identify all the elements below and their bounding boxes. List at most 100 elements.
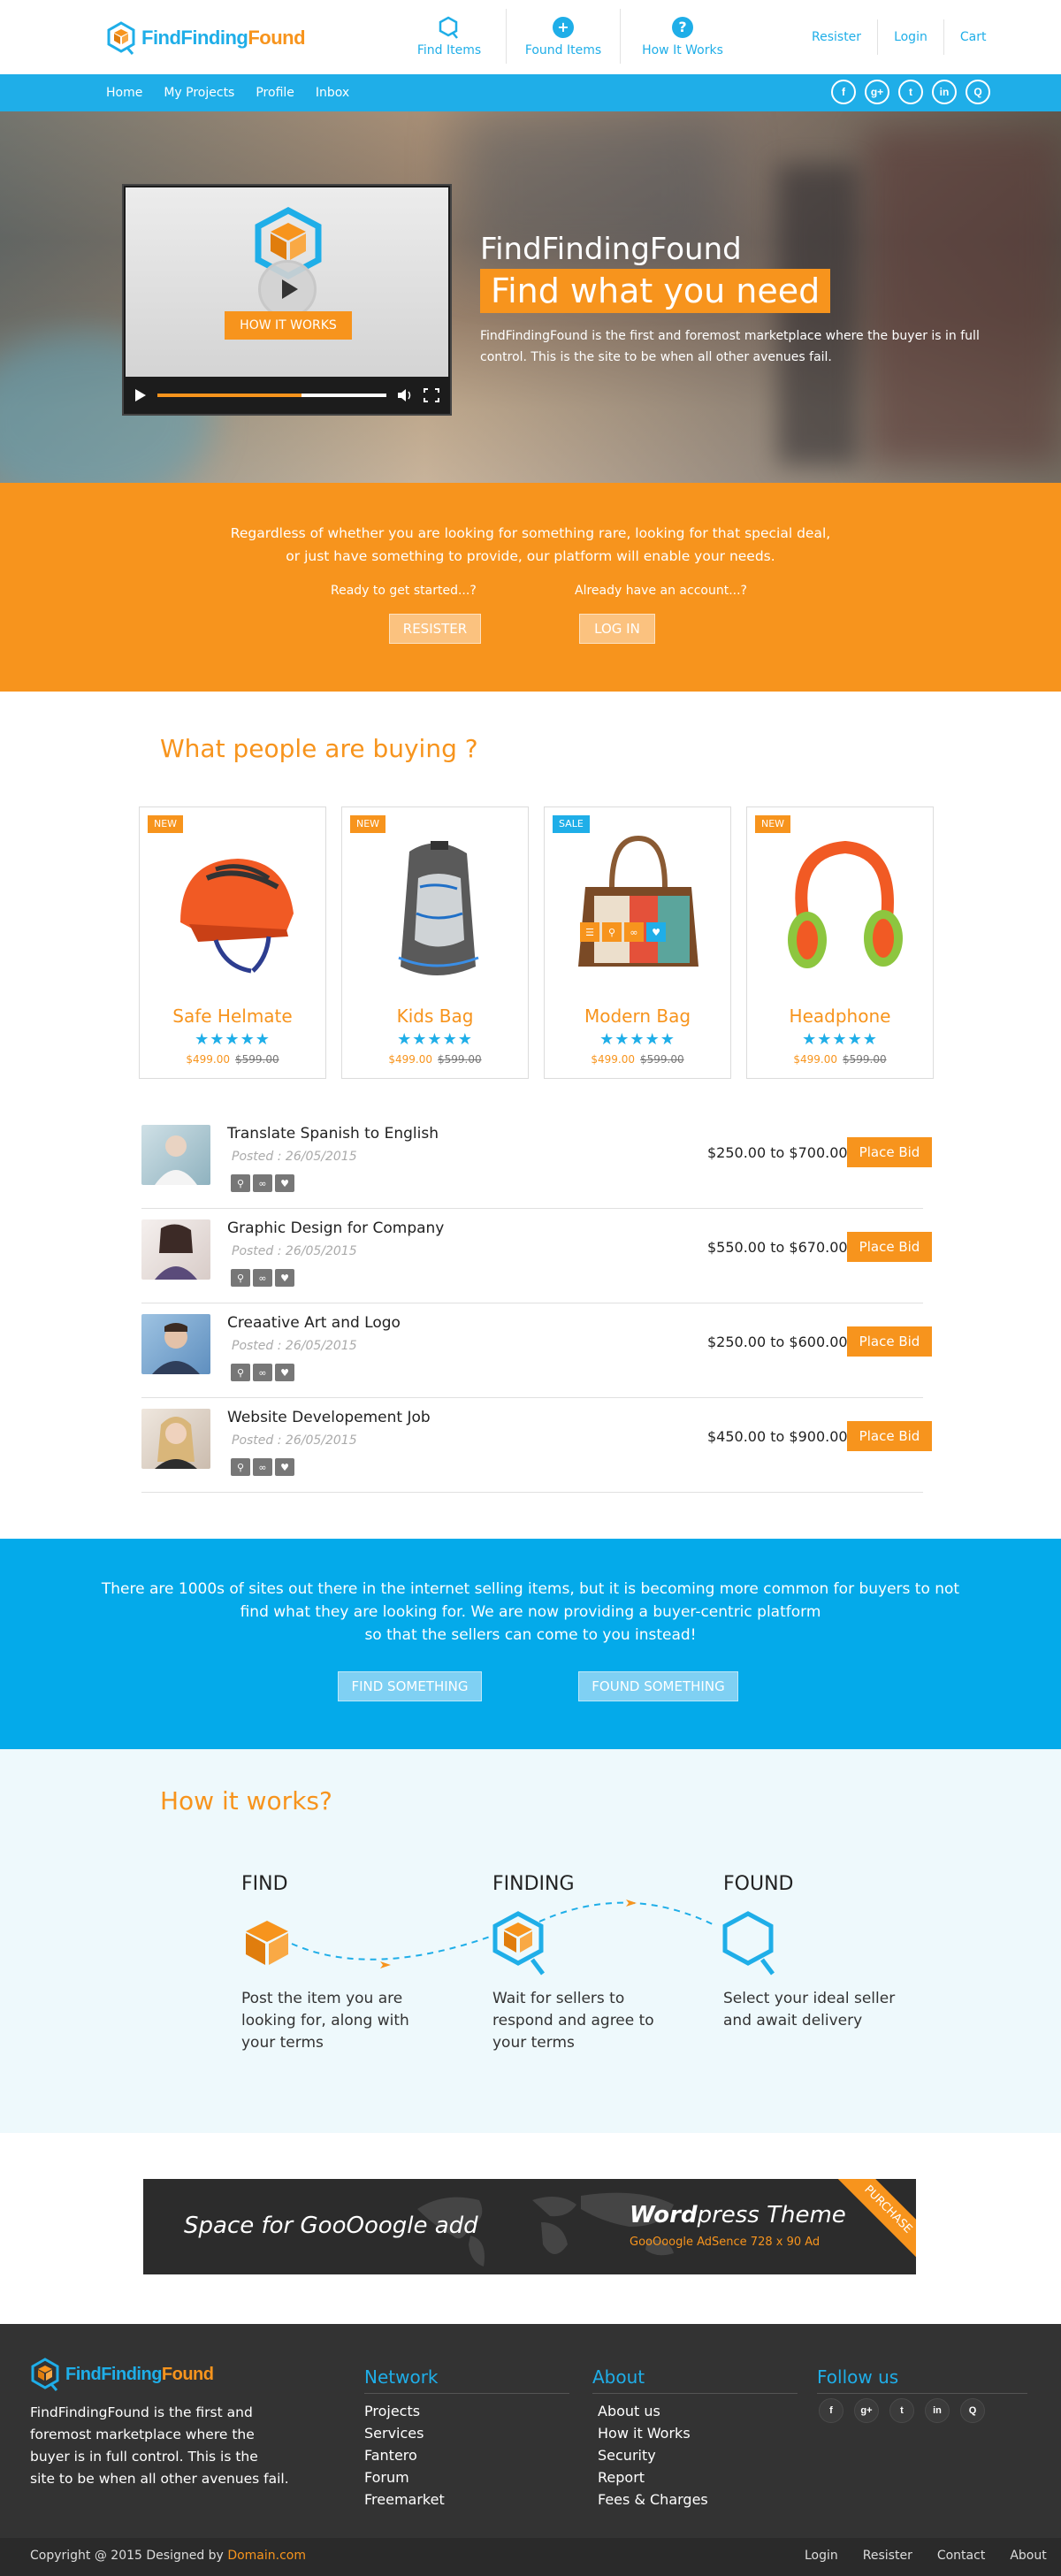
heart-icon[interactable]: ♥ xyxy=(275,1269,294,1287)
link-icon[interactable]: ∞ xyxy=(253,1269,272,1287)
cart-icon[interactable]: ☰ xyxy=(580,922,599,942)
bottom-about-link[interactable]: About xyxy=(1010,2549,1046,2563)
secondary-nav-bar: Home My Projects Profile Inbox f g+ t in… xyxy=(0,74,1061,111)
handbag-image xyxy=(578,835,698,967)
subnav-home[interactable]: Home xyxy=(106,86,142,100)
cart-link[interactable]: Cart xyxy=(944,19,1003,55)
nav-found-items[interactable]: + Found Items xyxy=(507,9,621,64)
job-posted-date: Posted : 26/05/2015 xyxy=(232,1433,357,1448)
network-divider xyxy=(364,2393,569,2394)
register-button[interactable]: RESISTER xyxy=(389,614,481,644)
place-bid-button[interactable]: Place Bid xyxy=(847,1421,932,1451)
box-icon xyxy=(246,1921,288,1965)
job-title[interactable]: Graphic Design for Company xyxy=(227,1219,444,1237)
nav-how-it-works[interactable]: ? How It Works xyxy=(621,9,744,64)
footer-link-security[interactable]: Security xyxy=(598,2444,708,2466)
play-button[interactable] xyxy=(258,260,317,318)
found-something-button[interactable]: FOUND SOMETHING xyxy=(578,1671,738,1701)
product-name[interactable]: Headphone xyxy=(747,1005,933,1027)
how-heading: How it works? xyxy=(160,1786,332,1815)
subnav-profile[interactable]: Profile xyxy=(256,86,294,100)
product-name[interactable]: Kids Bag xyxy=(342,1005,528,1027)
search-icon[interactable]: ⚲ xyxy=(602,922,622,942)
job-title[interactable]: Translate Spanish to English xyxy=(227,1125,439,1143)
subnav-inbox[interactable]: Inbox xyxy=(316,86,349,100)
footer-link-report[interactable]: Report xyxy=(598,2466,708,2488)
budget-range: $550.00 to $670.00 xyxy=(707,1239,848,1256)
backpack-image xyxy=(398,841,479,975)
footer-social: f g+ t in Q xyxy=(819,2398,985,2423)
copyright-text: Copyright @ 2015 Designed by Domain.com xyxy=(30,2549,306,2563)
heart-icon[interactable]: ♥ xyxy=(275,1364,294,1381)
bottom-register-link[interactable]: Resister xyxy=(863,2549,912,2563)
ad-placeholder-text: Space for GooOoogle add xyxy=(184,2213,478,2239)
footer-link-how-it-works[interactable]: How it Works xyxy=(598,2422,708,2444)
play-icon[interactable] xyxy=(134,388,147,402)
video-how-it-works-label[interactable]: HOW IT WORKS xyxy=(225,311,352,340)
footer-link-fees[interactable]: Fees & Charges xyxy=(598,2488,708,2511)
heart-icon[interactable]: ♥ xyxy=(646,922,666,942)
search-icon[interactable]: ⚲ xyxy=(231,1458,250,1476)
link-icon[interactable]: ∞ xyxy=(624,922,644,942)
product-card[interactable]: NEW Headphone ★★★★★ $499.00 $599.00 xyxy=(746,806,934,1079)
fullscreen-icon[interactable] xyxy=(424,388,439,402)
main-nav: Find Items + Found Items ? How It Works xyxy=(393,9,744,64)
linkedin-icon[interactable]: in xyxy=(925,2398,950,2423)
find-something-button[interactable]: FIND SOMETHING xyxy=(338,1671,482,1701)
footer-link-services[interactable]: Services xyxy=(364,2422,445,2444)
heart-icon[interactable]: ♥ xyxy=(275,1174,294,1192)
network-heading: Network xyxy=(364,2366,439,2388)
bottom-contact-link[interactable]: Contact xyxy=(937,2549,985,2563)
place-bid-button[interactable]: Place Bid xyxy=(847,1326,932,1357)
place-bid-button[interactable]: Place Bid xyxy=(847,1232,932,1262)
link-icon[interactable]: ∞ xyxy=(253,1458,272,1476)
volume-icon[interactable] xyxy=(397,388,413,402)
register-link[interactable]: Resister xyxy=(796,19,879,55)
quora-icon[interactable]: Q xyxy=(960,2398,985,2423)
bottom-links: Login Resister Contact About xyxy=(805,2549,1047,2563)
place-bid-button[interactable]: Place Bid xyxy=(847,1137,932,1167)
job-title[interactable]: Website Developement Job xyxy=(227,1409,431,1426)
footer-link-freemarket[interactable]: Freemarket xyxy=(364,2488,445,2511)
link-icon[interactable]: ∞ xyxy=(253,1364,272,1381)
link-icon[interactable]: ∞ xyxy=(253,1174,272,1192)
twitter-icon[interactable]: t xyxy=(889,2398,914,2423)
video-progress-bar[interactable] xyxy=(157,394,386,397)
video-controls xyxy=(124,377,450,414)
footer-link-projects[interactable]: Projects xyxy=(364,2400,445,2422)
twitter-icon[interactable]: t xyxy=(898,80,923,104)
footer-logo[interactable]: FindFindingFound xyxy=(30,2358,214,2391)
quora-icon[interactable]: Q xyxy=(966,80,990,104)
video-progress-fill xyxy=(157,394,302,397)
product-name[interactable]: Safe Helmate xyxy=(140,1005,325,1027)
site-logo[interactable]: FindFindingFound xyxy=(106,21,306,55)
magnifier-hex-icon xyxy=(722,1911,775,1976)
search-icon[interactable]: ⚲ xyxy=(231,1269,250,1287)
google-plus-icon[interactable]: g+ xyxy=(854,2398,879,2423)
product-card[interactable]: NEW Kids Bag ★★★★★ $499.00 $599.00 xyxy=(341,806,529,1079)
login-link[interactable]: Login xyxy=(878,19,944,55)
login-button[interactable]: LOG IN xyxy=(579,614,655,644)
job-title[interactable]: Creaative Art and Logo xyxy=(227,1314,401,1332)
heart-icon[interactable]: ♥ xyxy=(275,1458,294,1476)
product-name[interactable]: Modern Bag xyxy=(545,1005,730,1027)
product-card[interactable]: NEW Safe Helmate ★★★★★ $499.00 $599.00 xyxy=(139,806,326,1079)
search-icon[interactable]: ⚲ xyxy=(231,1364,250,1381)
facebook-icon[interactable]: f xyxy=(819,2398,843,2423)
footer-link-fantero[interactable]: Fantero xyxy=(364,2444,445,2466)
ad-banner[interactable]: Space for GooOoogle add Wordpress Theme … xyxy=(143,2179,916,2274)
header-social: f g+ t in Q xyxy=(831,80,990,104)
google-plus-icon[interactable]: g+ xyxy=(865,80,889,104)
headphone-image xyxy=(788,840,903,968)
linkedin-icon[interactable]: in xyxy=(932,80,957,104)
footer-link-forum[interactable]: Forum xyxy=(364,2466,445,2488)
footer-link-about-us[interactable]: About us xyxy=(598,2400,708,2422)
designer-link[interactable]: Domain.com xyxy=(227,2549,306,2563)
facebook-icon[interactable]: f xyxy=(831,80,856,104)
search-icon[interactable]: ⚲ xyxy=(231,1174,250,1192)
video-player[interactable]: HOW IT WORKS xyxy=(122,184,452,416)
bottom-login-link[interactable]: Login xyxy=(805,2549,838,2563)
subnav-my-projects[interactable]: My Projects xyxy=(164,86,234,100)
nav-find-items[interactable]: Find Items xyxy=(393,9,507,64)
product-card[interactable]: SALE ☰ ⚲ ∞ ♥ Modern Bag ★★★★★ $499.00 $59… xyxy=(544,806,731,1079)
